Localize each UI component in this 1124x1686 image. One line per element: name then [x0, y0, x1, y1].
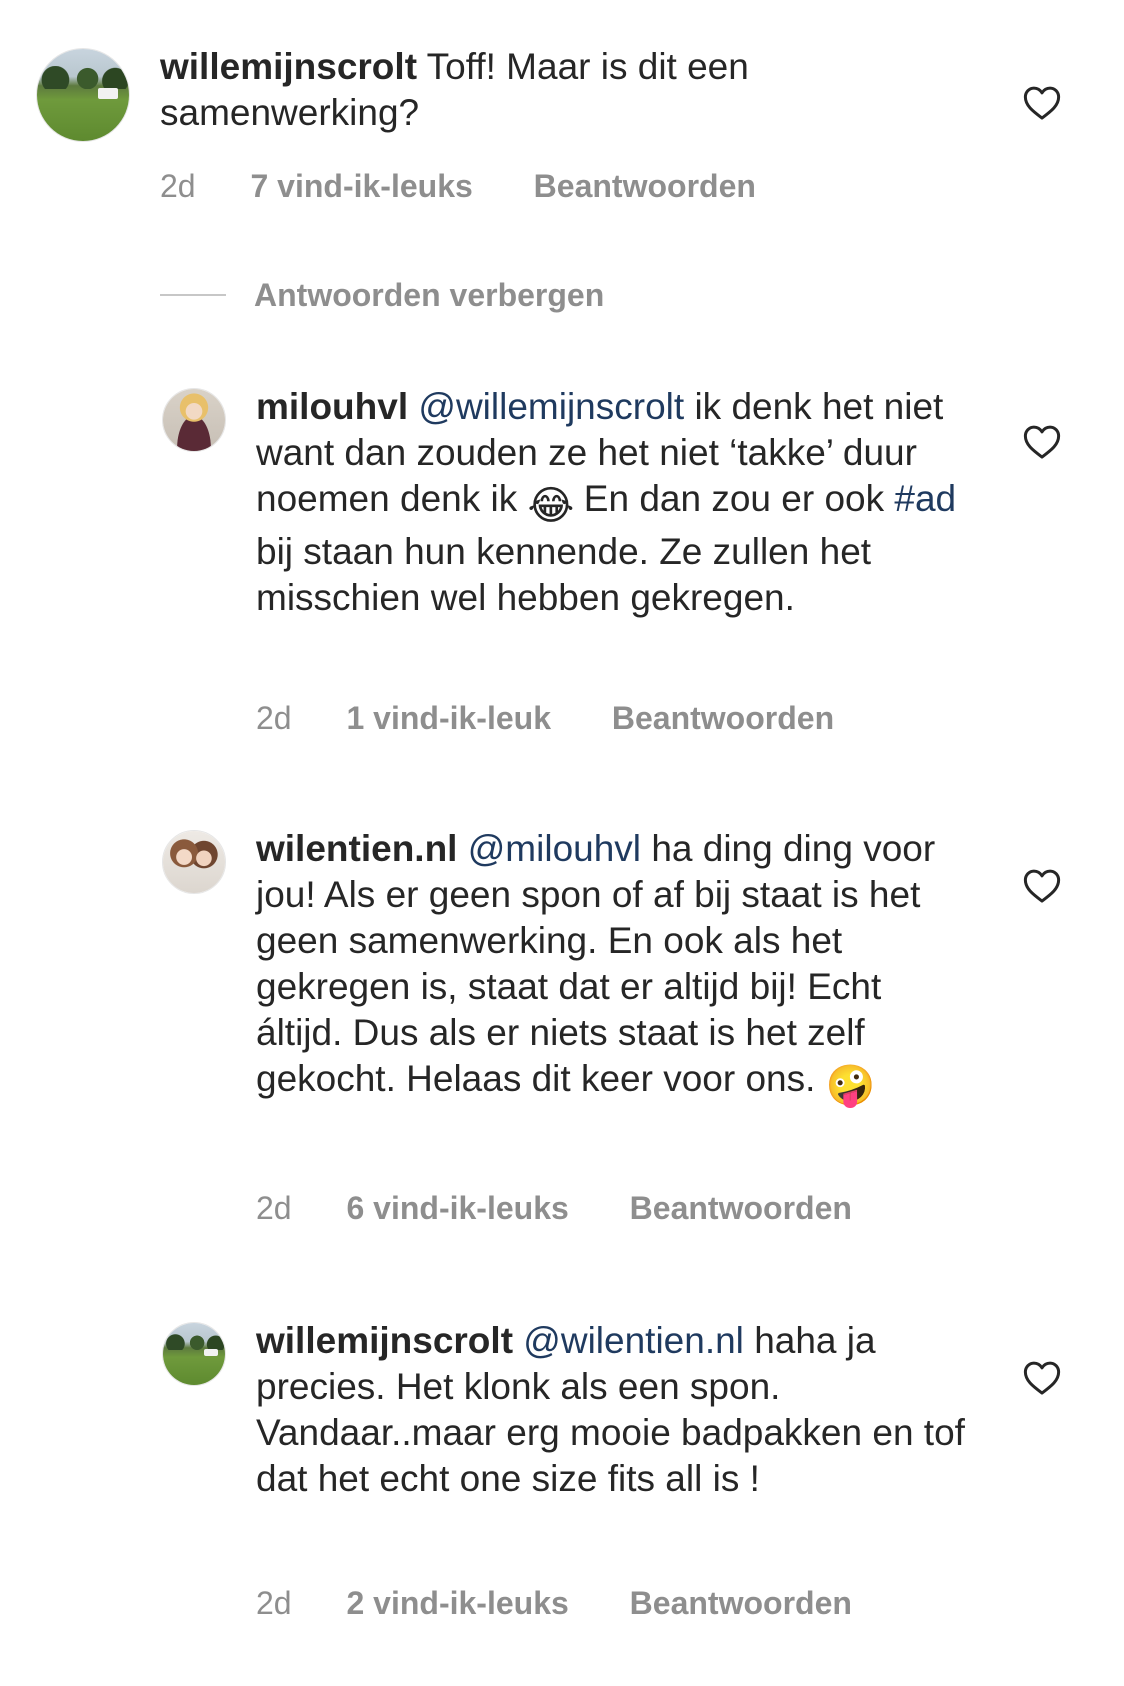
- reply-button[interactable]: Beantwoorden: [630, 1190, 852, 1227]
- heart-outline-icon[interactable]: [1023, 1360, 1061, 1396]
- reply-likes[interactable]: 2 vind-ik-leuks: [346, 1585, 568, 1622]
- reply-body: bij staan hun kennende. Ze zullen het mi…: [256, 531, 872, 618]
- reply-button[interactable]: Beantwoorden: [630, 1585, 852, 1622]
- hide-replies-label[interactable]: Antwoorden verbergen: [254, 278, 604, 312]
- avatar[interactable]: [36, 48, 130, 142]
- reply-button[interactable]: Beantwoorden: [612, 700, 834, 737]
- comment-text: willemijnscrolt Toff! Maar is dit een sa…: [160, 44, 920, 136]
- reply-meta: 2d 1 vind-ik-leuk Beantwoorden: [256, 700, 834, 737]
- person-avatar-icon: [163, 389, 225, 451]
- reply-meta: 2d 6 vind-ik-leuks Beantwoorden: [256, 1190, 852, 1227]
- reply-username[interactable]: willemijnscrolt: [256, 1320, 513, 1361]
- reply-meta: 2d 2 vind-ik-leuks Beantwoorden: [256, 1585, 852, 1622]
- avatar[interactable]: [162, 388, 226, 452]
- comment-username[interactable]: willemijnscrolt: [160, 46, 417, 87]
- laughing-emoji-icon: 😂: [527, 483, 575, 529]
- hashtag-link[interactable]: #ad: [894, 478, 956, 519]
- reply-username[interactable]: wilentien.nl: [256, 828, 457, 869]
- heart-outline-icon[interactable]: [1023, 424, 1061, 460]
- heart-outline-icon[interactable]: [1023, 868, 1061, 904]
- avatar[interactable]: [162, 1322, 226, 1386]
- comment-likes[interactable]: 7 vind-ik-leuks: [250, 168, 472, 205]
- zany-face-emoji-icon: 🤪: [825, 1063, 876, 1109]
- reply-mention[interactable]: @wilentien.nl: [523, 1320, 744, 1361]
- reply-time: 2d: [256, 1190, 292, 1226]
- reply-mention[interactable]: @willemijnscrolt: [418, 386, 684, 427]
- duo-avatar-icon: [163, 831, 225, 893]
- reply-likes[interactable]: 1 vind-ik-leuk: [346, 700, 551, 737]
- landscape-avatar-icon: [37, 49, 129, 141]
- reply-text: milouhvl @willemijnscrolt ik denk het ni…: [256, 384, 976, 621]
- comment-meta: 2d 7 vind-ik-leuks Beantwoorden: [160, 168, 756, 205]
- heart-outline-icon[interactable]: [1023, 85, 1061, 121]
- reply-username[interactable]: milouhvl: [256, 386, 408, 427]
- divider: [160, 294, 226, 296]
- reply-time: 2d: [256, 700, 292, 736]
- reply-likes[interactable]: 6 vind-ik-leuks: [346, 1190, 568, 1227]
- reply-mention[interactable]: @milouhvl: [468, 828, 641, 869]
- avatar[interactable]: [162, 830, 226, 894]
- comment-time: 2d: [160, 168, 196, 204]
- reply-time: 2d: [256, 1585, 292, 1621]
- reply-button[interactable]: Beantwoorden: [534, 168, 756, 205]
- landscape-avatar-icon: [163, 1323, 225, 1385]
- reply-text: willemijnscrolt @wilentien.nl haha ja pr…: [256, 1318, 976, 1502]
- reply-body: En dan zou er ook: [583, 478, 895, 519]
- reply-text: wilentien.nl @milouhvl ha ding ding voor…: [256, 826, 976, 1109]
